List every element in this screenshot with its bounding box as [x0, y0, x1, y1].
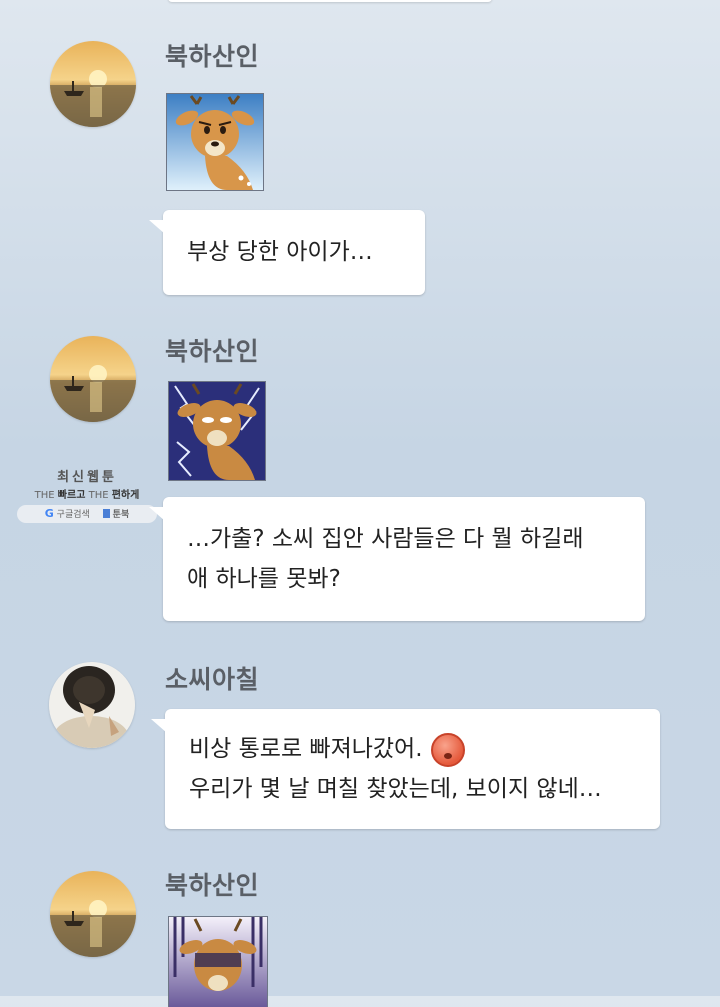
- sender-avatar[interactable]: [50, 41, 136, 127]
- anxious-sweat-emoji-icon: [430, 732, 465, 767]
- deer-icon: [169, 382, 265, 480]
- watermark-tagline: THE 빠르고 THE 편하게: [12, 486, 162, 501]
- watermark-search-pill: G 구글검색 툰북: [17, 505, 157, 523]
- worried-deer-sticker[interactable]: [166, 93, 264, 191]
- google-g-icon: G: [44, 507, 54, 520]
- watermark-tag: 편하게: [111, 490, 140, 501]
- watermark-tag: THE: [88, 490, 109, 501]
- gloomy-deer-sticker[interactable]: [168, 916, 268, 1007]
- watermark-search-label: 구글검색: [56, 510, 90, 520]
- message-text-row: 비상 통로로 빠져나갔어.: [189, 729, 636, 769]
- deer-icon: [169, 917, 267, 1007]
- sunset-boat-icon: [50, 871, 136, 957]
- message-text: 애 하나를 못봐?: [187, 566, 341, 592]
- message-text: 우리가 몇 날 며칠 찾았는데, 보이지 않네…: [189, 776, 602, 802]
- sunset-boat-icon: [50, 336, 136, 422]
- sender-name: 북하산인: [165, 337, 260, 366]
- book-icon: [102, 509, 110, 518]
- watermark-site-label: 툰북: [112, 510, 130, 520]
- sender-avatar[interactable]: [50, 871, 136, 957]
- deer-icon: [167, 94, 263, 190]
- watermark-title: 최신웹툰: [57, 470, 117, 485]
- sunset-boat-icon: [50, 41, 136, 127]
- shocked-deer-lightning-sticker[interactable]: [168, 381, 266, 481]
- message-text: 부상 당한 아이가…: [187, 239, 373, 265]
- sender-name: 북하산인: [165, 871, 260, 900]
- watermark-tag: 빠르고: [57, 490, 86, 501]
- sender-avatar[interactable]: [49, 662, 135, 748]
- sender-avatar[interactable]: [50, 336, 136, 422]
- site-watermark: 최신웹툰 THE 빠르고 THE 편하게 G 구글검색 툰북: [12, 466, 162, 523]
- sender-name: 북하산인: [165, 42, 260, 71]
- message-bubble[interactable]: 부상 당한 아이가…: [149, 210, 425, 295]
- hat-person-icon: [49, 662, 135, 748]
- sender-name: 소씨아칠: [165, 665, 260, 694]
- previous-message-bubble-edge: [168, 0, 492, 2]
- message-bubble[interactable]: …가출? 소씨 집안 사람들은 다 뭘 하길래 애 하나를 못봐?: [149, 497, 645, 621]
- message-text: …가출? 소씨 집안 사람들은 다 뭘 하길래: [187, 526, 584, 552]
- watermark-tag: THE: [34, 490, 55, 501]
- message-text: 비상 통로로 빠져나갔어.: [189, 736, 423, 762]
- message-bubble[interactable]: 비상 통로로 빠져나갔어. 우리가 몇 날 며칠 찾았는데, 보이지 않네…: [151, 709, 660, 829]
